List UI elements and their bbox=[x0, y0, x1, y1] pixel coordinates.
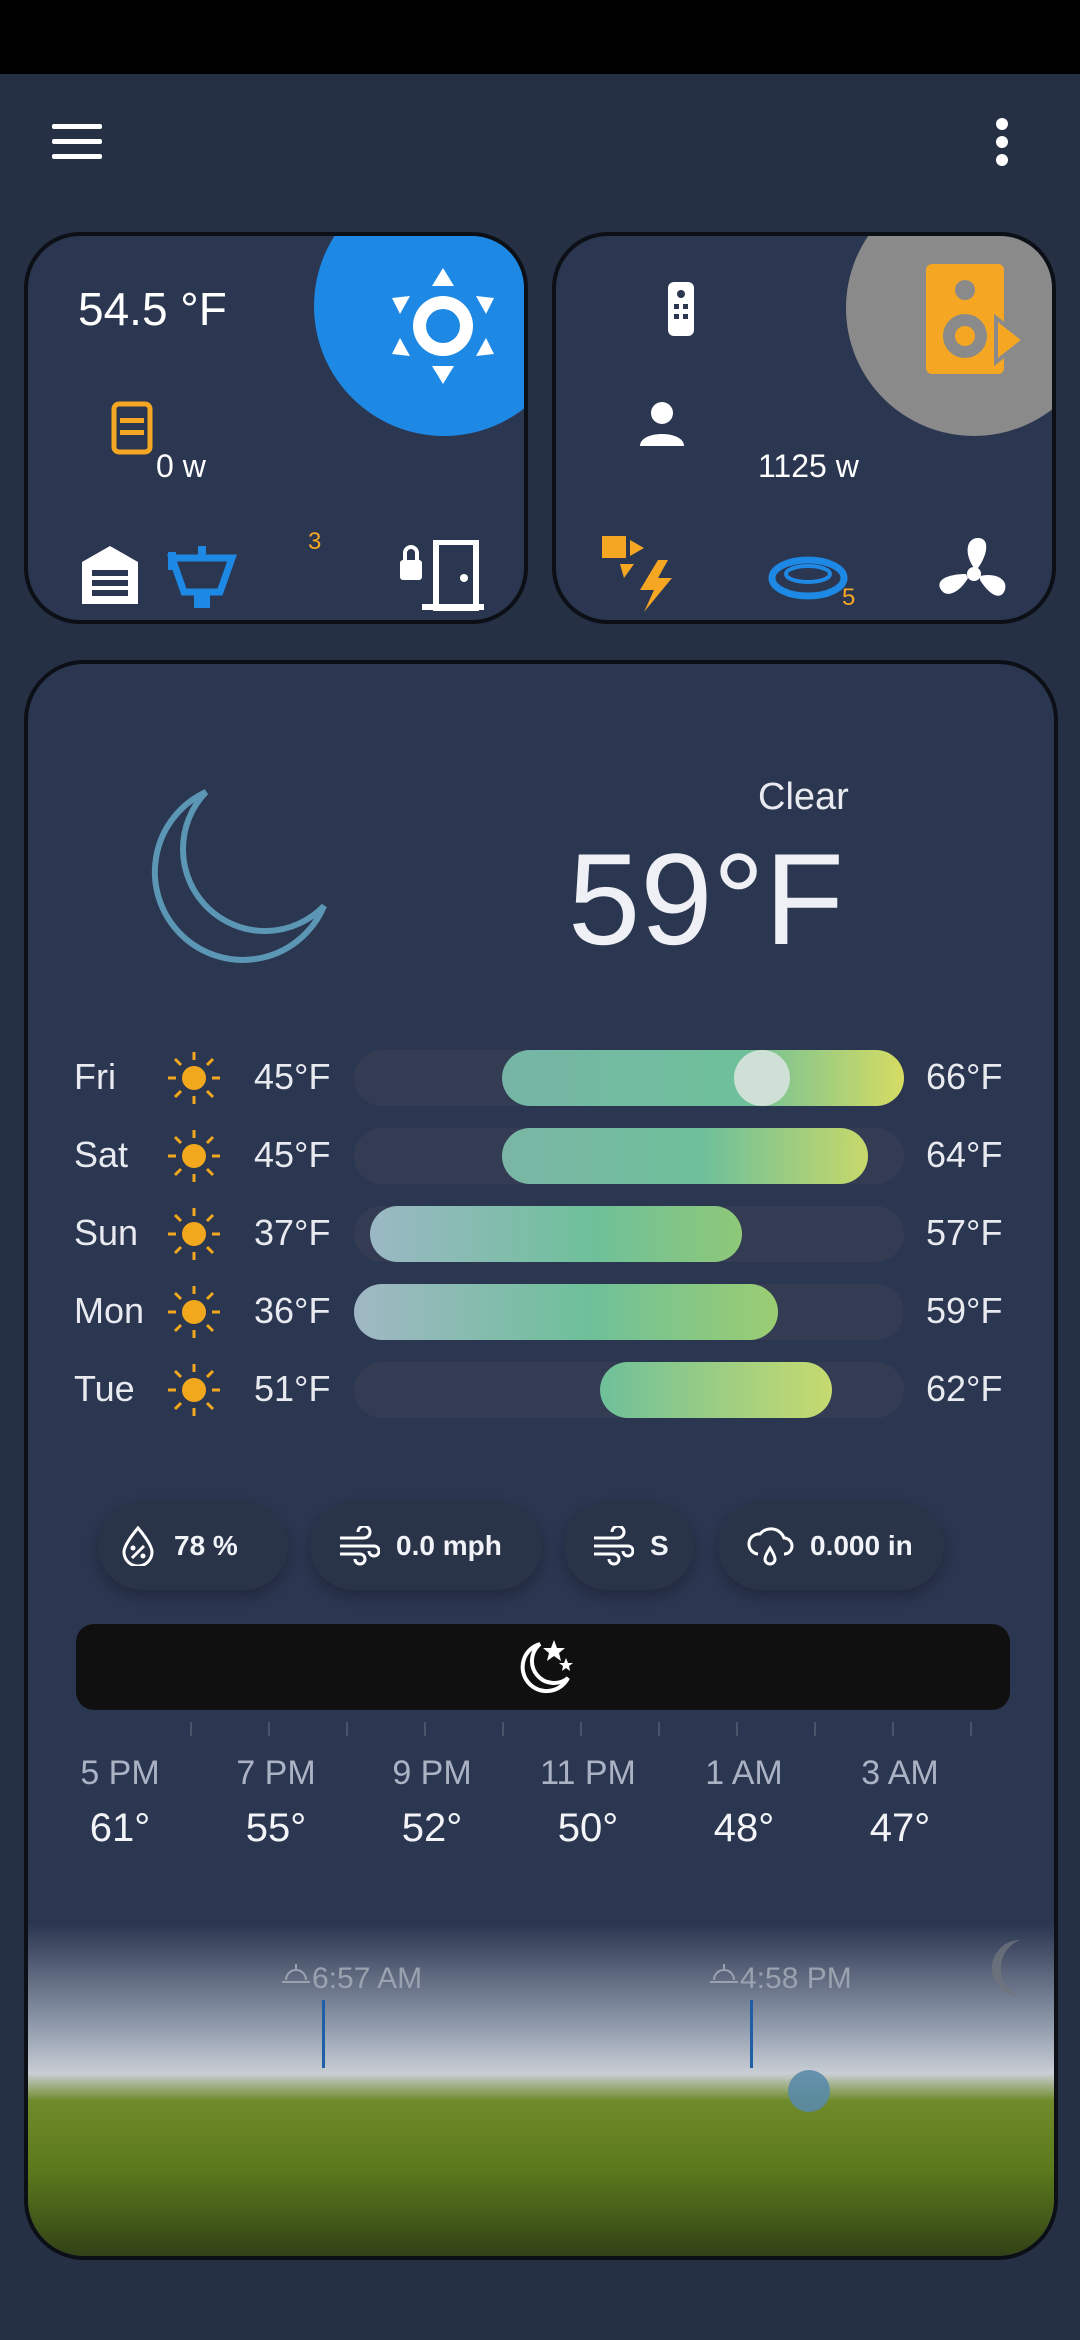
hourly-time: 7 PM bbox=[236, 1754, 316, 1792]
temperature-range-bar bbox=[354, 1362, 904, 1418]
solar-power-icon[interactable] bbox=[600, 534, 680, 612]
sun-path-landscape bbox=[28, 1924, 1054, 2256]
forecast-day: Mon bbox=[74, 1290, 145, 1331]
door-lock-icon[interactable] bbox=[400, 540, 484, 612]
hourly-time: 11 PM bbox=[540, 1754, 636, 1792]
forecast-row-fri: Fri 45°F 66°F bbox=[28, 1048, 1054, 1108]
forecast-low: 36°F bbox=[254, 1290, 331, 1331]
wind-icon bbox=[340, 1526, 380, 1566]
climate-mode-button[interactable] bbox=[314, 236, 524, 436]
climate-power: 0 w bbox=[156, 448, 206, 484]
humidity-value: 78 % bbox=[174, 1530, 238, 1561]
speaker-button[interactable] bbox=[846, 236, 1052, 436]
person-icon[interactable] bbox=[638, 400, 686, 448]
hourly-temp: 61° bbox=[89, 1806, 151, 1850]
moon-phase-icon bbox=[992, 1940, 1020, 1996]
wind-speed-chip[interactable]: 0.0 mph bbox=[310, 1502, 542, 1590]
climate-temperature: 54.5 °F bbox=[78, 283, 227, 335]
forecast-row-sun: Sun 37°F 57°F bbox=[28, 1204, 1054, 1264]
hourly-temp: 55° bbox=[245, 1806, 307, 1850]
pool-count-badge: 5 bbox=[842, 584, 856, 611]
media-card[interactable]: 1125 w 5 bbox=[552, 232, 1056, 624]
humidity-icon bbox=[122, 1526, 154, 1566]
sun-icon bbox=[168, 1052, 220, 1104]
humidity-chip[interactable]: 78 % bbox=[98, 1502, 288, 1590]
forecast-day: Fri bbox=[74, 1056, 116, 1097]
hourly-time: 3 AM bbox=[861, 1754, 939, 1792]
hourly-temp: 50° bbox=[557, 1806, 619, 1850]
forecast-day: Sun bbox=[74, 1212, 139, 1253]
forecast-row-mon: Mon 36°F 59°F bbox=[28, 1282, 1054, 1342]
temperature-range-bar bbox=[354, 1206, 904, 1262]
sunset-marker bbox=[750, 2000, 753, 2068]
wind-direction-chip[interactable]: S bbox=[564, 1502, 694, 1590]
sun-icon bbox=[168, 1364, 220, 1416]
temperature-range-bar bbox=[354, 1128, 904, 1184]
climate-card[interactable]: 54.5 °F 0 w 3 bbox=[24, 232, 528, 624]
sun-icon bbox=[168, 1286, 220, 1338]
forecast-high: 62°F bbox=[926, 1368, 1003, 1409]
pool-icon[interactable] bbox=[768, 554, 848, 602]
sun-gear-icon bbox=[392, 268, 494, 384]
precipitation-value: 0.000 in bbox=[810, 1530, 913, 1561]
outdoor-lamp-icon[interactable] bbox=[166, 540, 238, 612]
temperature-range-bar bbox=[354, 1050, 904, 1106]
forecast-low: 45°F bbox=[254, 1056, 331, 1097]
temperature-range-bar bbox=[354, 1284, 904, 1340]
wind-speed-value: 0.0 mph bbox=[396, 1530, 502, 1561]
status-bar bbox=[0, 0, 1080, 74]
wind-direction-value: S bbox=[650, 1530, 669, 1561]
sun-icon bbox=[168, 1130, 220, 1182]
garage-icon[interactable] bbox=[80, 544, 140, 606]
hourly-temp: 52° bbox=[401, 1806, 463, 1850]
sun-position-dot bbox=[788, 2070, 830, 2112]
forecast-low: 37°F bbox=[254, 1212, 331, 1253]
night-moon-stars-icon bbox=[520, 1640, 573, 1694]
hourly-condition-bar bbox=[76, 1624, 1010, 1710]
hourly-time: 5 PM bbox=[80, 1754, 160, 1792]
battery-icon bbox=[111, 401, 153, 455]
forecast-high: 66°F bbox=[926, 1056, 1003, 1097]
forecast-row-sat: Sat 45°F 64°F bbox=[28, 1126, 1054, 1186]
media-power: 1125 w bbox=[758, 448, 859, 484]
moon-icon bbox=[151, 789, 327, 963]
wind-icon bbox=[594, 1526, 634, 1566]
remote-icon[interactable] bbox=[666, 280, 696, 338]
forecast-low: 45°F bbox=[254, 1134, 331, 1175]
forecast-day: Sat bbox=[74, 1134, 129, 1175]
sunrise-marker bbox=[322, 2000, 325, 2068]
speaker-play-icon bbox=[926, 264, 1028, 374]
weather-temperature: 59°F bbox=[568, 826, 844, 972]
forecast-low: 51°F bbox=[254, 1368, 331, 1409]
hourly-time: 1 AM bbox=[705, 1754, 783, 1792]
hamburger-menu-icon[interactable] bbox=[50, 118, 106, 166]
precipitation-chip[interactable]: 0.000 in bbox=[718, 1502, 944, 1590]
fan-icon[interactable] bbox=[934, 534, 1014, 614]
sunset-icon bbox=[710, 1964, 738, 1983]
weather-card[interactable]: Clear 59°F Fri 45°F 66°F Sat 45°F 64°F S… bbox=[24, 660, 1058, 2260]
hourly-time: 9 PM bbox=[392, 1754, 472, 1792]
hourly-temp: 48° bbox=[713, 1806, 775, 1850]
current-temp-marker bbox=[734, 1050, 790, 1106]
more-vert-icon[interactable] bbox=[988, 116, 1016, 168]
hourly-temp: 47° bbox=[869, 1806, 931, 1850]
sunrise-time: 6:57 AM bbox=[312, 1962, 423, 1995]
light-count-badge: 3 bbox=[308, 528, 322, 555]
forecast-row-tue: Tue 51°F 62°F bbox=[28, 1360, 1054, 1420]
sunrise-icon bbox=[282, 1964, 310, 1983]
forecast-day: Tue bbox=[74, 1368, 135, 1409]
forecast-high: 59°F bbox=[926, 1290, 1003, 1331]
sunset-time: 4:58 PM bbox=[740, 1962, 852, 1995]
forecast-high: 64°F bbox=[926, 1134, 1003, 1175]
sun-icon bbox=[168, 1208, 220, 1260]
rain-cloud-icon bbox=[747, 1527, 794, 1566]
weather-condition: Clear bbox=[758, 776, 849, 818]
forecast-high: 57°F bbox=[926, 1212, 1003, 1253]
